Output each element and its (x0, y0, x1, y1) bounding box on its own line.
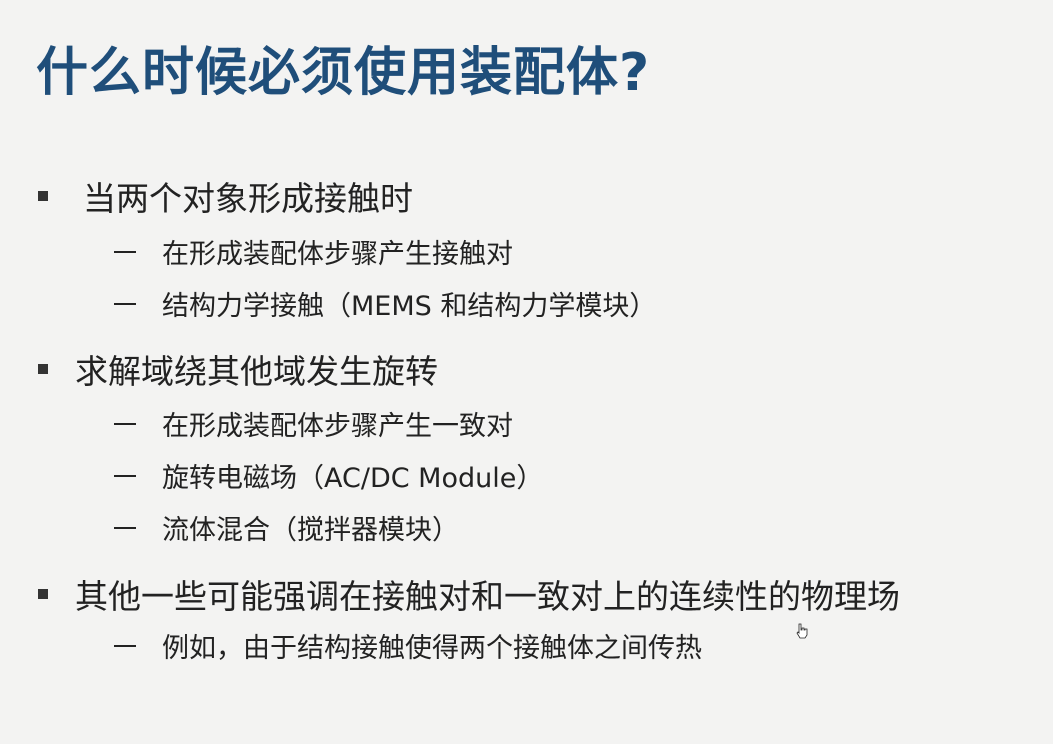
sub-bullet-item: 结构力学接触（MEMS 和结构力学模块） (114, 284, 656, 323)
bullet-item: 当两个对象形成接触时 (0, 172, 413, 220)
dash-bullet-icon (114, 422, 136, 425)
square-bullet-icon (38, 191, 48, 201)
sub-bullet-text: 在形成装配体步骤产生一致对 (162, 411, 513, 442)
bullet-item: 求解域绕其他域发生旋转 (0, 345, 438, 393)
bullet-item: 其他一些可能强调在接触对和一致对上的连续性的物理场 (0, 570, 900, 618)
dash-bullet-icon (114, 474, 136, 477)
bullet-text: 求解域绕其他域发生旋转 (75, 352, 438, 391)
sub-bullet-text: 在形成装配体步骤产生接触对 (162, 239, 513, 270)
bullet-text: 其他一些可能强调在接触对和一致对上的连续性的物理场 (75, 577, 900, 616)
dash-bullet-icon (114, 250, 136, 253)
sub-bullet-item: 例如，由于结构接触使得两个接触体之间传热 (114, 626, 702, 665)
square-bullet-icon (38, 589, 48, 599)
square-bullet-icon (38, 364, 48, 374)
slide-title: 什么时候必须使用装配体? (36, 43, 651, 103)
dash-bullet-icon (114, 302, 136, 305)
sub-bullet-item: 在形成装配体步骤产生一致对 (114, 404, 513, 443)
sub-bullet-item: 在形成装配体步骤产生接触对 (114, 232, 513, 271)
dash-bullet-icon (114, 526, 136, 529)
sub-bullet-text: 旋转电磁场（AC/DC Module） (162, 463, 544, 494)
sub-bullet-text: 例如，由于结构接触使得两个接触体之间传热 (162, 633, 702, 664)
dash-bullet-icon (114, 644, 136, 647)
mouse-cursor-icon (796, 623, 808, 639)
sub-bullet-text: 结构力学接触（MEMS 和结构力学模块） (162, 291, 657, 322)
bullet-text: 当两个对象形成接触时 (83, 179, 413, 218)
sub-bullet-item: 流体混合（搅拌器模块） (114, 508, 459, 547)
sub-bullet-text: 流体混合（搅拌器模块） (162, 515, 459, 546)
sub-bullet-item: 旋转电磁场（AC/DC Module） (114, 456, 543, 495)
